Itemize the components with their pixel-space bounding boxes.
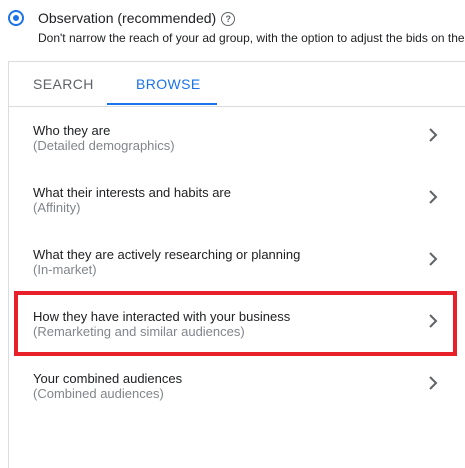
audience-browse-panel: SEARCH BROWSE Who they are (Detailed dem… [8,61,465,468]
list-item-title: Who they are [33,123,111,138]
audience-targeting-page: Observation (recommended)? Don't narrow … [0,0,465,468]
list-item-title: Your combined audiences [33,371,183,386]
chevron-right-icon [429,128,438,142]
observation-option[interactable]: Observation (recommended)? Don't narrow … [8,8,465,48]
chevron-right-icon [429,252,438,266]
list-item-title: What they are actively researching or pl… [33,247,301,262]
active-tab-indicator [107,103,217,105]
list-item-subtitle: (Affinity) [33,200,81,215]
tab-search[interactable]: SEARCH [33,62,94,106]
highlight-annotation-box [14,291,457,356]
tab-browse[interactable]: BROWSE [136,62,201,106]
list-item-subtitle: (Detailed demographics) [33,138,175,153]
chevron-right-icon [429,376,438,390]
list-item-subtitle: (In-market) [33,262,97,277]
list-item-affinity[interactable]: What their interests and habits are (Aff… [9,185,465,247]
list-item-detailed-demographics[interactable]: Who they are (Detailed demographics) [9,123,465,185]
observation-radio[interactable] [8,10,24,26]
list-item-subtitle: (Combined audiences) [33,386,164,401]
observation-option-title: Observation (recommended)? [38,10,236,26]
list-item-combined-audiences[interactable]: Your combined audiences (Combined audien… [9,371,465,433]
observation-option-description: Don't narrow the reach of your ad group,… [38,31,465,45]
observation-option-label: Observation (recommended) [38,10,217,26]
chevron-right-icon [429,190,438,204]
list-item-title: What their interests and habits are [33,185,231,200]
tab-bar: SEARCH BROWSE [9,62,465,107]
help-icon[interactable]: ? [221,12,236,26]
